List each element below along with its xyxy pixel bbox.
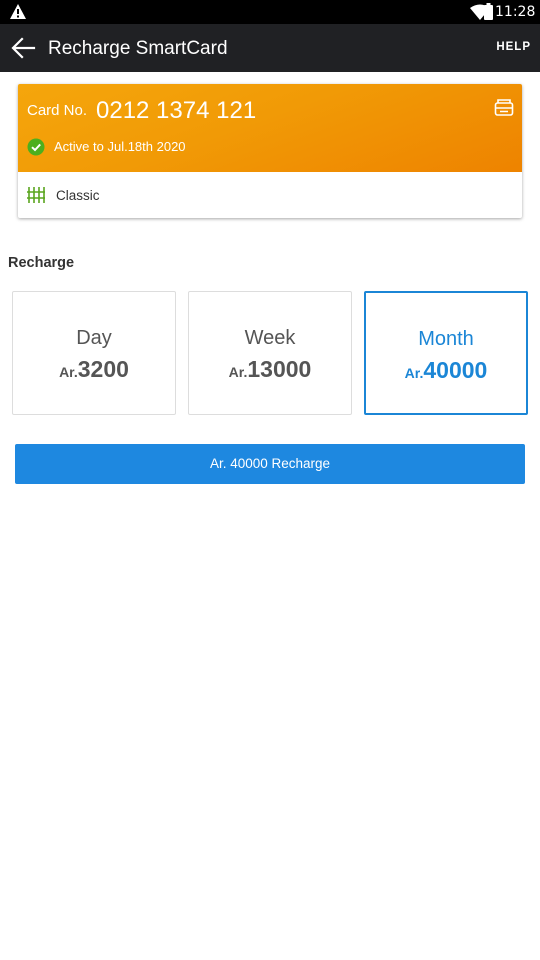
plan-currency: Ar. <box>228 364 248 380</box>
check-circle-icon <box>27 138 45 156</box>
plan-price: Ar.13000 <box>189 356 351 383</box>
plan-amount: 13000 <box>247 356 312 382</box>
equalizer-icon <box>27 187 45 203</box>
plan-currency: Ar. <box>404 365 424 381</box>
card-plan-row: Classic <box>18 172 522 218</box>
status-time: 11:28 <box>495 4 536 20</box>
card-plan-name: Classic <box>56 188 100 203</box>
plan-option-month[interactable]: Month Ar.40000 <box>364 291 528 415</box>
smartcard-panel: Card No. 0212 1374 121 Active to Jul.18t… <box>18 84 522 218</box>
plan-name: Day <box>76 327 112 349</box>
warning-icon <box>10 4 26 19</box>
card-status: Active to Jul.18th 2020 <box>54 139 186 154</box>
smartcard-header: Card No. 0212 1374 121 Active to Jul.18t… <box>18 84 522 172</box>
page-title: Recharge SmartCard <box>48 38 228 59</box>
plan-price: Ar.40000 <box>366 357 526 384</box>
plan-option-week[interactable]: Week Ar.13000 <box>188 291 352 415</box>
card-number-label: Card No. <box>27 102 88 119</box>
card-reader-icon[interactable] <box>494 98 514 118</box>
recharge-button[interactable]: Ar. 40000 Recharge <box>15 444 525 484</box>
arrow-left-icon[interactable] <box>10 36 36 60</box>
plan-amount: 3200 <box>77 356 129 382</box>
help-button[interactable]: HELP <box>496 41 531 53</box>
app-bar: Recharge SmartCard HELP <box>0 24 540 72</box>
status-bar: 11:28 <box>0 0 540 24</box>
plan-name: Week <box>244 327 296 349</box>
recharge-section-title: Recharge <box>8 255 75 271</box>
card-number: 0212 1374 121 <box>96 97 257 124</box>
plan-option-day[interactable]: Day Ar.3200 <box>12 291 176 415</box>
battery-icon <box>484 3 493 20</box>
plan-amount: 40000 <box>423 357 488 383</box>
plan-currency: Ar. <box>59 364 78 380</box>
plan-price: Ar.3200 <box>13 356 175 383</box>
plan-name: Month <box>418 328 474 350</box>
